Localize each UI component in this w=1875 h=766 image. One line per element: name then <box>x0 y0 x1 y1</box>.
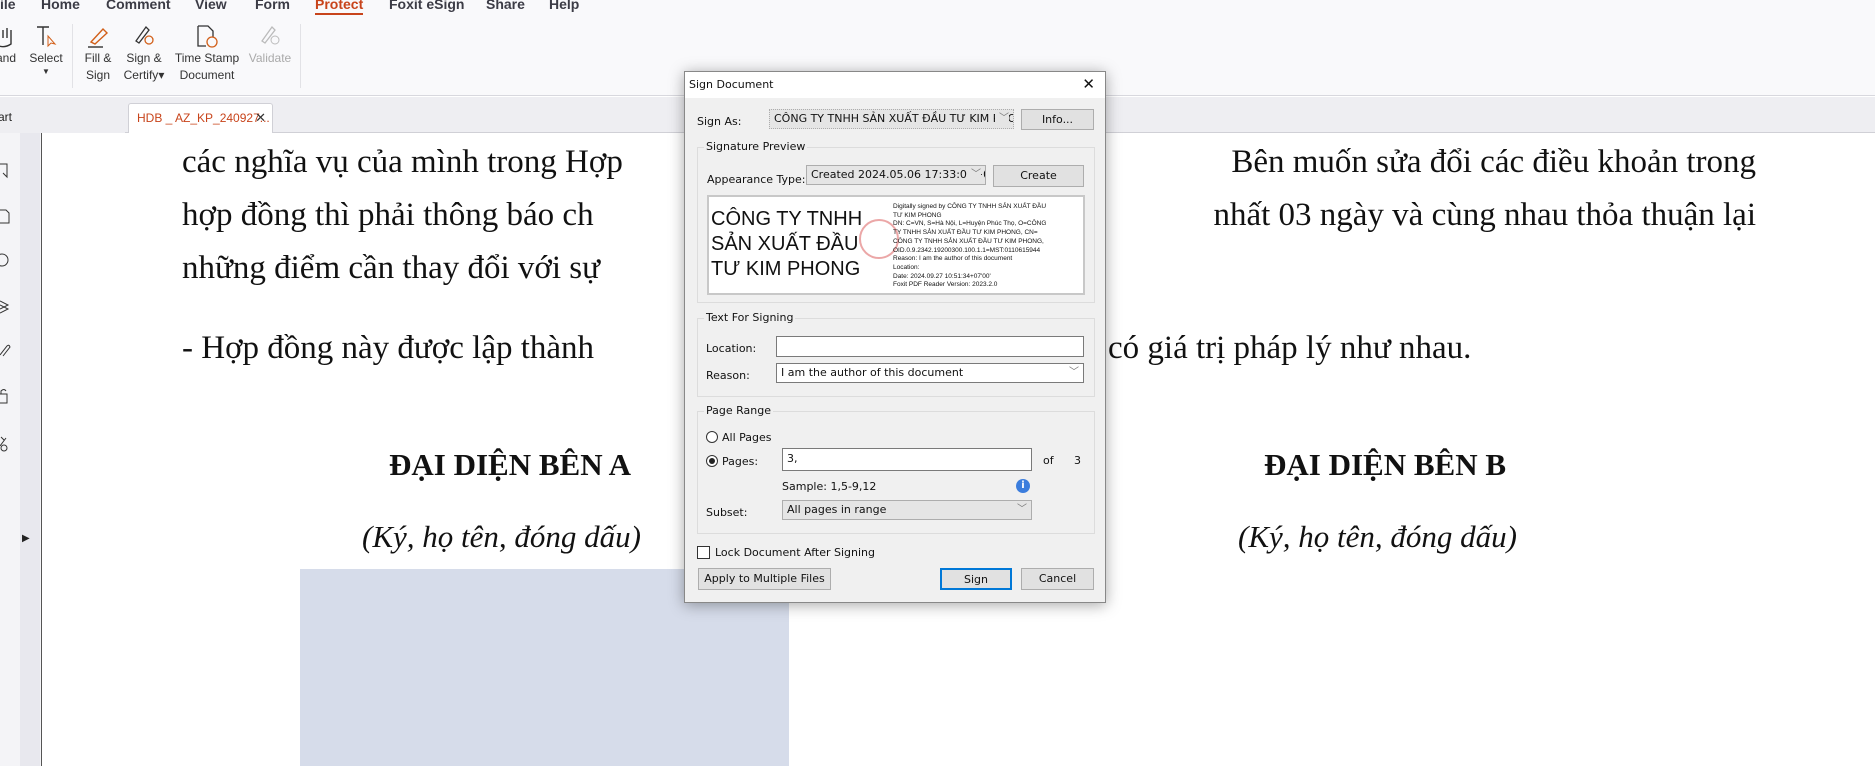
doc-line-4-right: có giá trị pháp lý như nhau. <box>1108 330 1472 366</box>
sign-as-label: Sign As: <box>697 115 742 128</box>
location-input[interactable] <box>776 336 1084 357</box>
pages-label: Pages: <box>722 455 759 468</box>
all-pages-label: All Pages <box>722 431 772 444</box>
close-tab-icon[interactable]: ✕ <box>255 104 266 132</box>
menu-home[interactable]: Home <box>41 0 80 12</box>
tab-start[interactable]: art <box>0 103 125 133</box>
total-pages: 3 <box>1074 454 1081 467</box>
doc-line-4-left: - Hợp đồng này được lập thành <box>182 330 595 366</box>
signature-preview-group: Signature Preview Appearance Type: Creat… <box>697 140 1095 303</box>
dialog-title: Sign Document <box>689 78 774 91</box>
preview-details-text: Digitally signed by CÔNG TY TNHH SẢN XUẤ… <box>893 203 1047 289</box>
ribbon-divider <box>72 24 73 88</box>
chevron-down-icon: ﹀ <box>995 110 1009 128</box>
lock-document-checkbox[interactable] <box>697 546 710 559</box>
expand-panel-arrow-icon[interactable]: ▶ <box>22 533 30 544</box>
security-lock-icon[interactable] <box>0 388 14 404</box>
appearance-type-label: Appearance Type: <box>707 173 806 186</box>
fill-and-sign-button[interactable]: Fill & Sign <box>80 24 116 84</box>
signature-panel-icon[interactable] <box>0 436 14 452</box>
close-icon[interactable]: ✕ <box>1082 75 1095 93</box>
info-button[interactable]: Info... <box>1021 109 1094 130</box>
menu-comment[interactable]: Comment <box>106 0 171 12</box>
doc-line-1-left: các nghĩa vụ của mình trong Hợp <box>182 144 623 180</box>
subset-label: Subset: <box>706 506 748 519</box>
heading-party-a: ĐẠI DIỆN BÊN A <box>389 447 632 482</box>
chevron-down-icon: ﹀ <box>1017 504 1027 515</box>
hand-tool-button[interactable]: and <box>0 24 20 67</box>
doc-line-2-right: nhất 03 ngày và cùng nhau thỏa thuận lại <box>1213 197 1756 233</box>
info-icon[interactable]: i <box>1016 479 1030 493</box>
page-thumbnails-icon[interactable] <box>0 209 14 225</box>
hand-icon <box>0 28 12 48</box>
of-label: of <box>1043 454 1054 467</box>
subset-select[interactable]: All pages in range ﹀ <box>782 500 1032 520</box>
sign-as-select[interactable]: CÔNG TY TNHH SẢN XUẤT ĐẦU TƯ KIM PHONG ﹀ <box>769 109 1014 129</box>
chevron-down-icon: ▼ <box>42 67 50 76</box>
apply-to-multiple-files-button[interactable]: Apply to Multiple Files <box>698 568 831 590</box>
lock-document-label: Lock Document After Signing <box>715 546 875 559</box>
create-appearance-button[interactable]: Create <box>993 165 1084 187</box>
doc-line-3-left: những điểm cần thay đổi với sự <box>182 250 600 286</box>
subheading-party-b: (Ký, họ tên, đóng dấu) <box>1238 519 1517 554</box>
menu-share[interactable]: Share <box>486 0 525 12</box>
menu-view[interactable]: View <box>195 0 227 12</box>
location-label: Location: <box>706 342 757 355</box>
chevron-down-icon: ﹀ <box>967 166 981 184</box>
cancel-button[interactable]: Cancel <box>1021 568 1094 590</box>
menu-foxit-esign[interactable]: Foxit eSign <box>389 0 464 12</box>
pages-radio[interactable] <box>706 455 718 467</box>
page-range-group: Page Range All Pages Pages: 3, of 3 Samp… <box>697 404 1095 534</box>
dialog-title-bar: Sign Document ✕ <box>685 72 1105 98</box>
left-sidebar: ▶ <box>0 133 42 766</box>
menu-help[interactable]: Help <box>549 0 579 12</box>
reason-label: Reason: <box>706 369 750 382</box>
pen-certificate-icon <box>135 25 154 45</box>
appearance-type-select[interactable]: Created 2024.05.06 17:33:00+07'00'﹀ <box>806 165 986 185</box>
document-clock-icon <box>197 25 218 48</box>
bookmark-icon[interactable] <box>0 163 14 179</box>
menu-protect[interactable]: Protect <box>315 0 364 15</box>
heading-party-b: ĐẠI DIỆN BÊN B <box>1264 447 1507 482</box>
select-tool-button[interactable]: Select ▼ <box>28 24 64 77</box>
menu-file[interactable]: ile <box>0 0 16 12</box>
sign-button[interactable]: Sign <box>940 568 1012 590</box>
validate-pen-icon <box>261 25 280 45</box>
preview-name-text: CÔNG TY TNHH SẢN XUẤT ĐẦU TƯ KIM PHONG <box>711 208 863 280</box>
sidebar-strip <box>20 133 40 766</box>
comment-icon[interactable] <box>0 253 14 269</box>
chevron-down-icon: ﹀ <box>1069 367 1079 378</box>
all-pages-radio[interactable] <box>706 431 718 443</box>
sign-document-dialog: Sign Document ✕ Sign As: CÔNG TY TNHH SẢ… <box>684 71 1106 603</box>
text-for-signing-group: Text For Signing Location: Reason: I am … <box>697 311 1095 397</box>
pages-input[interactable]: 3, <box>782 448 1032 471</box>
sign-and-certify-button[interactable]: Sign & Certify▾ <box>122 24 166 84</box>
validate-button[interactable]: Validate <box>248 24 292 67</box>
menu-form[interactable]: Form <box>255 0 290 12</box>
layers-icon[interactable] <box>0 298 14 314</box>
doc-line-1-right: Bên muốn sửa đổi các điều khoản trong <box>1231 144 1756 180</box>
subheading-party-a: (Ký, họ tên, đóng dấu) <box>362 519 641 554</box>
doc-line-2-left: hợp đồng thì phải thông báo ch <box>182 197 594 233</box>
ribbon-divider <box>300 24 301 88</box>
tab-document[interactable]: HDB _ AZ_KP_240927... ✕ <box>128 103 273 133</box>
signature-preview: CÔNG TY TNHH SẢN XUẤT ĐẦU TƯ KIM PHONG Dig… <box>707 195 1085 295</box>
attachment-icon[interactable] <box>0 343 14 359</box>
select-text-icon <box>37 26 57 48</box>
menu-bar: ile Home Comment View Form Protect Foxit… <box>0 0 1875 18</box>
reason-select[interactable]: I am the author of this document ﹀ <box>776 363 1084 383</box>
pencil-icon <box>88 27 109 48</box>
sample-hint: Sample: 1,5-9,12 <box>782 480 877 493</box>
time-stamp-document-button[interactable]: Time Stamp Document <box>174 24 240 84</box>
